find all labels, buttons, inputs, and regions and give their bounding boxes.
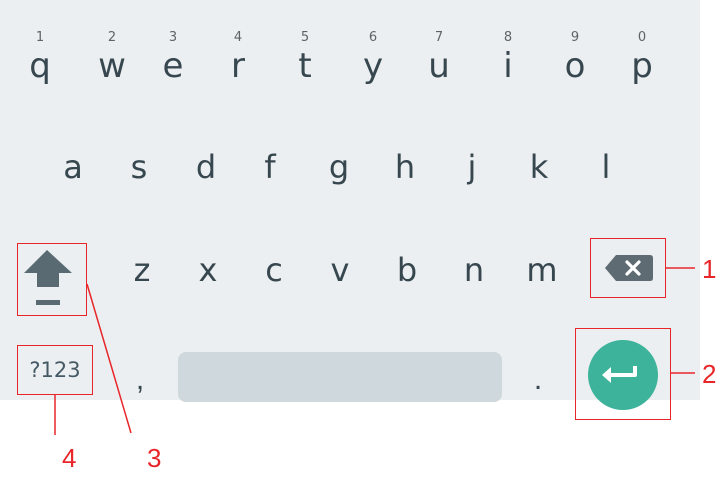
key-u[interactable]: 7 u [407,13,471,93]
key-d[interactable]: d [177,137,235,197]
key-r[interactable]: 4 r [206,13,270,93]
key-j[interactable]: j [443,137,501,197]
key-char: i [503,46,513,86]
virtual-keyboard: 1 q 2 w 3 e 4 r 5 t 6 y 7 u 8 i 9 o 0 p … [0,0,700,410]
key-char: e [162,46,184,86]
key-hint: 3 [168,30,178,45]
key-t[interactable]: 5 t [273,13,337,93]
key-g[interactable]: g [310,137,368,197]
spacebar[interactable] [178,352,502,402]
key-w[interactable]: 2 w [80,13,144,93]
annotation-label-1: 1 [702,254,717,284]
shift-key[interactable] [17,243,87,316]
key-hint: 9 [570,30,580,45]
key-hint: 6 [368,30,378,45]
key-q[interactable]: 1 q [8,13,72,93]
key-char: y [362,46,384,86]
annotation-label-3: 3 [147,443,162,473]
key-y[interactable]: 6 y [341,13,405,93]
enter-arrow-icon [602,366,637,383]
key-char: o [564,46,586,86]
key-hint: 0 [637,30,647,45]
key-i[interactable]: 8 i [476,13,540,93]
comma-key[interactable]: , [125,350,155,410]
key-z[interactable]: z [113,240,171,300]
key-b[interactable]: b [378,240,436,300]
key-hint: 7 [434,30,444,45]
symbols-key[interactable]: ?123 [17,345,93,395]
key-hint: 4 [233,30,243,45]
key-v[interactable]: v [311,240,369,300]
key-f[interactable]: f [241,137,299,197]
key-char: r [231,46,245,86]
key-p[interactable]: 0 p [610,13,674,93]
key-h[interactable]: h [376,137,434,197]
key-n[interactable]: n [445,240,503,300]
key-x[interactable]: x [179,240,237,300]
key-hint: 1 [35,30,45,45]
key-o[interactable]: 9 o [543,13,607,93]
key-char: t [298,46,312,86]
key-char: w [98,46,126,86]
enter-key[interactable] [575,328,671,420]
annotation-label-4: 4 [62,443,77,473]
backspace-key[interactable] [590,238,666,298]
shift-icon [24,250,72,305]
annotation-label-2: 2 [702,359,717,389]
key-l[interactable]: l [577,137,635,197]
key-hint: 8 [503,30,513,45]
key-s[interactable]: s [110,137,168,197]
backspace-icon [605,255,653,281]
key-a[interactable]: a [44,137,102,197]
key-hint: 5 [300,30,310,45]
key-k[interactable]: k [510,137,568,197]
key-c[interactable]: c [245,240,303,300]
key-char: q [29,46,51,86]
key-m[interactable]: m [513,240,571,300]
key-char: u [428,46,450,86]
key-char: p [631,46,653,86]
period-key[interactable]: . [523,350,553,410]
key-e[interactable]: 3 e [141,13,205,93]
key-hint: 2 [107,30,117,45]
